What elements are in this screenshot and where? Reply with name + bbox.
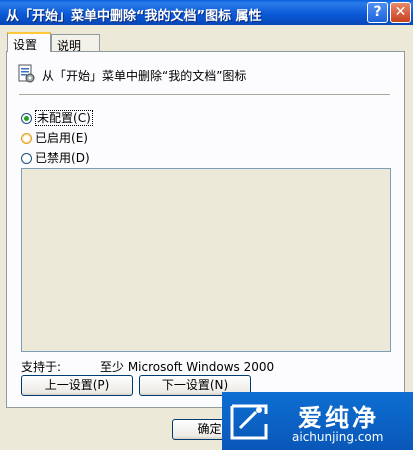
watermark-url: aichunjing.com — [292, 430, 384, 444]
supported-value: 至少 Microsoft Windows 2000 — [100, 360, 275, 374]
radio-not-configured[interactable]: 未配置(C) — [21, 109, 93, 126]
radio-label: 已启用 — [35, 131, 72, 145]
tab-settings[interactable]: 设置 — [7, 32, 51, 52]
radio-mnemonic: (D) — [71, 151, 90, 165]
watermark: 爱纯净 aichunjing.com — [222, 392, 413, 450]
close-button[interactable]: ✕ — [390, 2, 411, 23]
tab-explain[interactable]: 说明 — [51, 34, 100, 53]
window-title: 从「开始」菜单中删除“我的文档”图标 属性 — [6, 9, 262, 24]
title-bar: 从「开始」菜单中删除“我的文档”图标 属性 ? ✕ — [0, 0, 413, 25]
radio-disabled[interactable]: 已禁用(D) — [21, 149, 90, 166]
radio-enabled[interactable]: 已启用(E) — [21, 129, 88, 146]
help-button[interactable]: ? — [367, 2, 388, 23]
radio-checked-icon — [21, 113, 32, 124]
watermark-logo-icon — [230, 404, 268, 440]
comment-box — [21, 168, 391, 352]
watermark-name: 爱纯净 — [298, 404, 379, 432]
radio-label: 已禁用 — [35, 151, 72, 165]
separator — [19, 94, 390, 95]
previous-setting-button[interactable]: 上一设置(P) — [21, 375, 133, 396]
radio-icon — [21, 153, 32, 164]
radio-icon — [21, 133, 32, 144]
policy-setting-icon — [18, 64, 35, 83]
supported-label: 支持于: — [21, 360, 62, 374]
radio-mnemonic: (E) — [71, 131, 88, 145]
policy-name: 从「开始」菜单中删除“我的文档”图标 — [42, 69, 247, 83]
radio-mnemonic: (C) — [73, 111, 91, 125]
radio-label: 未配置 — [37, 111, 74, 125]
